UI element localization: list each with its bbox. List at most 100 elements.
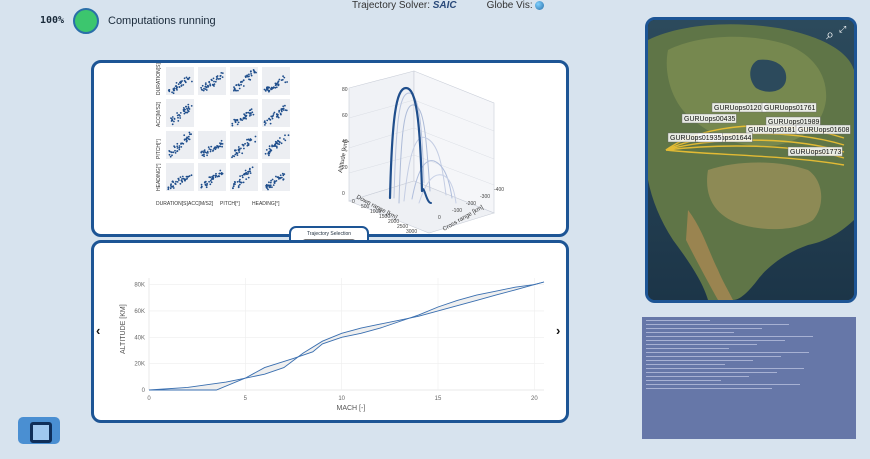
matrix-point (236, 181, 239, 183)
matrix-point (187, 106, 190, 108)
status-indicator-icon (73, 8, 99, 34)
matrix-point (185, 76, 188, 79)
globe-map[interactable]: GURUops01207GURUops01761 GURUops00435 GURU… (648, 20, 854, 300)
matrix-point (235, 149, 237, 152)
globe-trajectory-label[interactable]: GURUops01817 (748, 127, 799, 134)
trajectory-selection-label: Trajectory Selection (307, 231, 351, 237)
globe-trajectory-label[interactable]: GURUops01761 (764, 105, 815, 112)
matrix-point (204, 181, 206, 184)
matrix-point (240, 181, 243, 184)
matrix-point (235, 119, 238, 121)
globe-view[interactable]: GURUops01207 GURUops01761 GURUops00435 GURU… (645, 17, 857, 303)
globe-trajectory-label[interactable]: GURUops01608 (798, 127, 849, 134)
matrix-point (188, 131, 191, 134)
matrix-point (205, 152, 208, 154)
matrix-point (268, 89, 271, 92)
z-tick-label: 60 (342, 113, 348, 119)
matrix-point (278, 78, 281, 81)
matrix-point (242, 79, 245, 81)
matrix-point (232, 185, 235, 188)
matrix-point (219, 74, 222, 77)
matrix-point (183, 139, 186, 141)
console-line (646, 368, 805, 369)
y-tick-label: 80K (134, 283, 145, 289)
matrix-point (205, 86, 208, 88)
globe-trajectory-label[interactable]: GURUops01935 (670, 135, 721, 142)
app-window-icon[interactable] (18, 417, 60, 444)
matrix-point (208, 148, 211, 150)
progress-percent: 100% (40, 15, 65, 26)
matrix-point (187, 78, 190, 80)
matrix-point (265, 186, 268, 189)
matrix-point (172, 92, 175, 95)
x-tick-label: 10 (338, 396, 345, 402)
matrix-point (217, 78, 220, 80)
header-info: Trajectory Solver: SAIC Globe Vis: (352, 0, 545, 11)
matrix-point (280, 142, 283, 145)
expand-icon[interactable]: ⤢ (839, 23, 851, 35)
matrix-point (268, 154, 270, 157)
matrix-point (263, 121, 266, 124)
matrix-point (167, 188, 170, 191)
matrix-point (231, 124, 234, 127)
matrix-point (183, 77, 186, 80)
matrix-point (214, 146, 216, 149)
console-line (646, 344, 758, 345)
matrix-point (209, 176, 212, 179)
plot-3d[interactable]: Altitude [km] Down range [km] Cross rang… (338, 70, 504, 235)
matrix-point (205, 186, 208, 189)
matrix-point (177, 83, 180, 86)
y-tick-label: 0 (438, 215, 441, 221)
matrix-point (206, 154, 208, 157)
matrix-point (171, 154, 173, 157)
matrix-point (275, 82, 277, 85)
matrix-point (169, 155, 172, 158)
x-tick-label: 0 (147, 396, 151, 402)
y-tick-label: -400 (494, 187, 504, 193)
matrix-point (254, 140, 257, 143)
matrix-point (221, 143, 224, 145)
matrix-point (219, 143, 222, 146)
matrix-point (252, 69, 255, 71)
next-chart-button[interactable]: › (556, 323, 560, 338)
matrix-point (214, 176, 217, 178)
globe-trajectory-label[interactable]: GURUops01207 (714, 105, 765, 112)
globe-icon[interactable] (535, 0, 545, 10)
matrix-point (167, 186, 170, 189)
matrix-point (265, 183, 268, 186)
matrix-point (236, 154, 239, 156)
scatter-matrix: DURATION[S]ACC[M/S2]PITCH[°]HEADING[°]DU… (156, 63, 504, 235)
prev-chart-button[interactable]: ‹ (96, 323, 100, 338)
matrix-col-label: ACC[M/S2] (188, 201, 214, 207)
matrix-point (247, 176, 250, 179)
matrix-point (282, 105, 285, 108)
matrix-point (279, 177, 281, 180)
matrix-point (271, 145, 273, 148)
matrix-point (246, 173, 248, 176)
matrix-point (251, 166, 254, 169)
matrix-point (216, 75, 219, 77)
matrix-point (234, 121, 237, 124)
matrix-point (188, 108, 191, 110)
matrix-point (179, 112, 182, 114)
matrix-point (182, 107, 185, 109)
y-tick-label: -100 (452, 208, 462, 214)
matrix-point (279, 174, 282, 177)
matrix-point (204, 183, 207, 186)
matrix-point (170, 117, 172, 119)
matrix-point (248, 168, 251, 171)
matrix-point (263, 88, 266, 91)
globe-trajectory-label[interactable]: GURUops00435 (684, 116, 735, 123)
console-line (646, 356, 781, 357)
matrix-point (181, 181, 184, 183)
globe-trajectory-label[interactable]: GURUops01773 (790, 149, 841, 156)
matrix-point (185, 105, 187, 108)
matrix-point (235, 84, 238, 86)
solver-info: Trajectory Solver: SAIC (352, 0, 457, 11)
y-tick-label: 40K (134, 335, 145, 341)
x-tick-label: 15 (435, 396, 442, 402)
zoom-icon[interactable]: ⌕ (820, 24, 840, 44)
matrix-point (176, 150, 179, 152)
matrix-point (184, 80, 187, 83)
matrix-point (250, 73, 253, 75)
